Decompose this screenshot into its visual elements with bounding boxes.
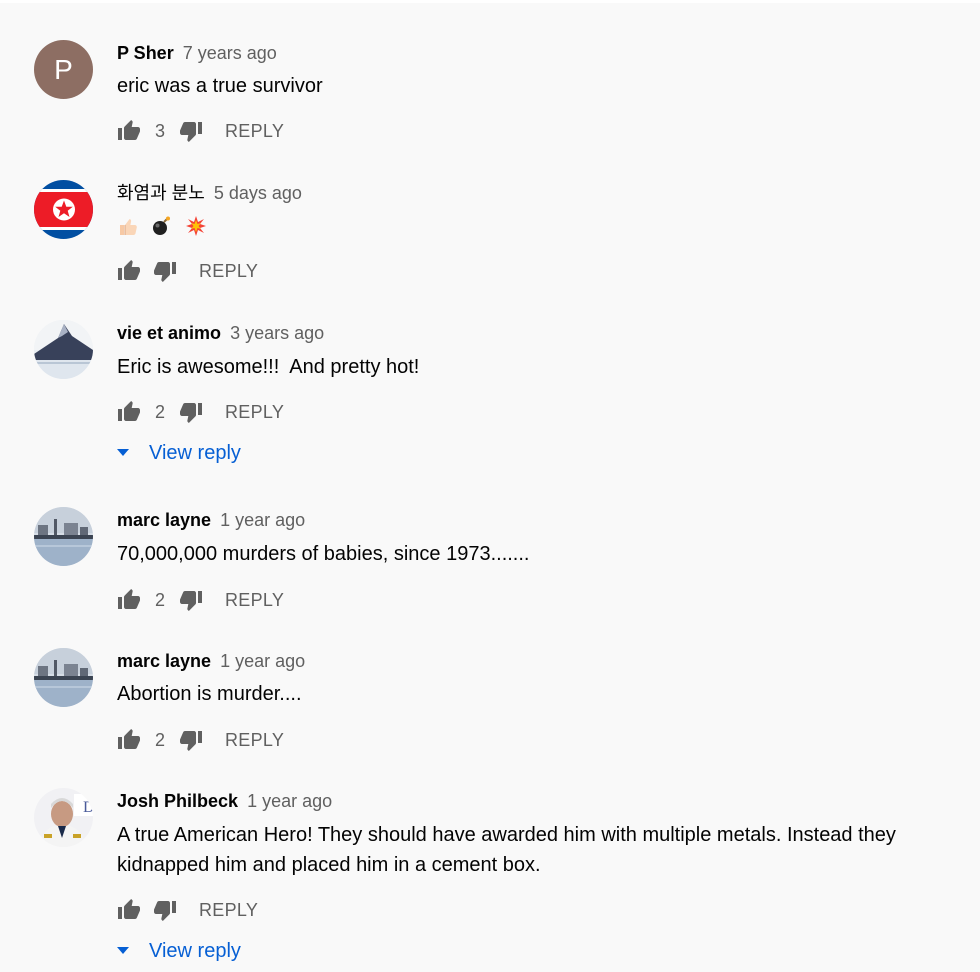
thumbs-up-icon[interactable] xyxy=(117,119,141,143)
like-count: 2 xyxy=(154,401,165,422)
comment-time[interactable]: 1 year ago xyxy=(220,651,305,671)
reply-button[interactable]: REPLY xyxy=(225,121,284,142)
comment-actions: 2 REPLY xyxy=(117,588,284,612)
thumbs-up-icon[interactable] xyxy=(117,400,141,424)
comments-page: P P Sher 7 years ago eric was a true sur… xyxy=(0,0,980,972)
comment-header: marc layne 1 year ago xyxy=(117,649,305,673)
comment-header: 화염과 분노 5 days ago xyxy=(117,181,302,205)
comment-header: Josh Philbeck 1 year ago xyxy=(117,789,332,813)
thumbs-down-icon[interactable] xyxy=(153,259,177,283)
avatar[interactable] xyxy=(34,648,93,707)
caret-down-icon xyxy=(117,449,129,456)
thumbs-down-icon[interactable] xyxy=(179,119,203,143)
reply-button[interactable]: REPLY xyxy=(225,590,284,611)
view-reply-label: View reply xyxy=(149,441,241,464)
thumbs-up-icon[interactable] xyxy=(117,588,141,612)
reply-button[interactable]: REPLY xyxy=(199,261,258,282)
harbor-photo-icon xyxy=(34,648,93,707)
avatar[interactable] xyxy=(34,180,93,239)
comment-text: A true American Hero! They should have a… xyxy=(117,820,957,880)
comment-actions: 2 REPLY xyxy=(117,728,284,752)
author-name[interactable]: P Sher xyxy=(117,43,174,63)
mountain-photo-icon xyxy=(34,320,93,379)
thumbs-down-icon[interactable] xyxy=(153,898,177,922)
comment-text: Eric is awesome!!! And pretty hot! xyxy=(117,356,420,378)
view-reply-button[interactable]: View reply xyxy=(117,440,241,466)
like-count: 2 xyxy=(154,589,165,610)
avatar[interactable]: D xyxy=(34,788,93,847)
author-name[interactable]: marc layne xyxy=(117,651,211,671)
thumbs-down-icon[interactable] xyxy=(179,588,203,612)
thumbs-down-icon[interactable] xyxy=(179,728,203,752)
author-name[interactable]: 화염과 분노 xyxy=(117,183,205,203)
author-name[interactable]: marc layne xyxy=(117,510,211,530)
comment-text: Abortion is murder.... xyxy=(117,683,302,705)
author-name[interactable]: Josh Philbeck xyxy=(117,791,238,811)
avatar-letter: P xyxy=(54,53,73,85)
comment-header: marc layne 1 year ago xyxy=(117,508,305,532)
thumbs-up-emoji xyxy=(120,219,137,235)
comment-text: eric was a true survivor xyxy=(117,75,323,97)
top-divider xyxy=(0,0,980,3)
bomb-emoji xyxy=(153,216,170,235)
svg-text:D: D xyxy=(83,799,93,816)
thumbs-up-icon[interactable] xyxy=(117,898,141,922)
caret-down-icon xyxy=(117,947,129,954)
comment-time[interactable]: 1 year ago xyxy=(247,791,332,811)
comment-text-line: kidnapped him and placed him in a cement… xyxy=(117,854,541,876)
author-name[interactable]: vie et animo xyxy=(117,323,221,343)
view-reply-label: View reply xyxy=(149,939,241,962)
man-portrait-icon: D xyxy=(34,788,93,847)
comment-time[interactable]: 7 years ago xyxy=(183,43,277,63)
collision-emoji xyxy=(186,216,206,236)
comment-actions: 3 REPLY xyxy=(117,119,284,143)
thumbs-down-icon[interactable] xyxy=(179,400,203,424)
like-count: 2 xyxy=(154,729,165,750)
reply-button[interactable]: REPLY xyxy=(199,900,258,921)
comment-emoji-row xyxy=(117,215,207,237)
avatar[interactable]: P xyxy=(34,40,93,99)
view-reply-button[interactable]: View reply xyxy=(117,938,241,964)
north-korea-flag-icon xyxy=(34,180,93,239)
like-count: 3 xyxy=(154,120,165,141)
harbor-photo-icon xyxy=(34,507,93,566)
thumbs-up-icon[interactable] xyxy=(117,259,141,283)
comment-time[interactable]: 3 years ago xyxy=(230,323,324,343)
comment-actions: REPLY xyxy=(117,259,258,283)
comment-actions: REPLY xyxy=(117,898,258,922)
avatar[interactable] xyxy=(34,320,93,379)
comment-actions: 2 REPLY xyxy=(117,400,284,424)
comment-time[interactable]: 5 days ago xyxy=(214,183,302,203)
avatar[interactable] xyxy=(34,507,93,566)
reply-button[interactable]: REPLY xyxy=(225,402,284,423)
comment-header: vie et animo 3 years ago xyxy=(117,321,324,345)
reply-button[interactable]: REPLY xyxy=(225,730,284,751)
comment-header: P Sher 7 years ago xyxy=(117,41,277,65)
thumbs-up-icon[interactable] xyxy=(117,728,141,752)
comment-text-line: A true American Hero! They should have a… xyxy=(117,824,896,846)
comment-time[interactable]: 1 year ago xyxy=(220,510,305,530)
comment-text: 70,000,000 murders of babies, since 1973… xyxy=(117,543,530,565)
